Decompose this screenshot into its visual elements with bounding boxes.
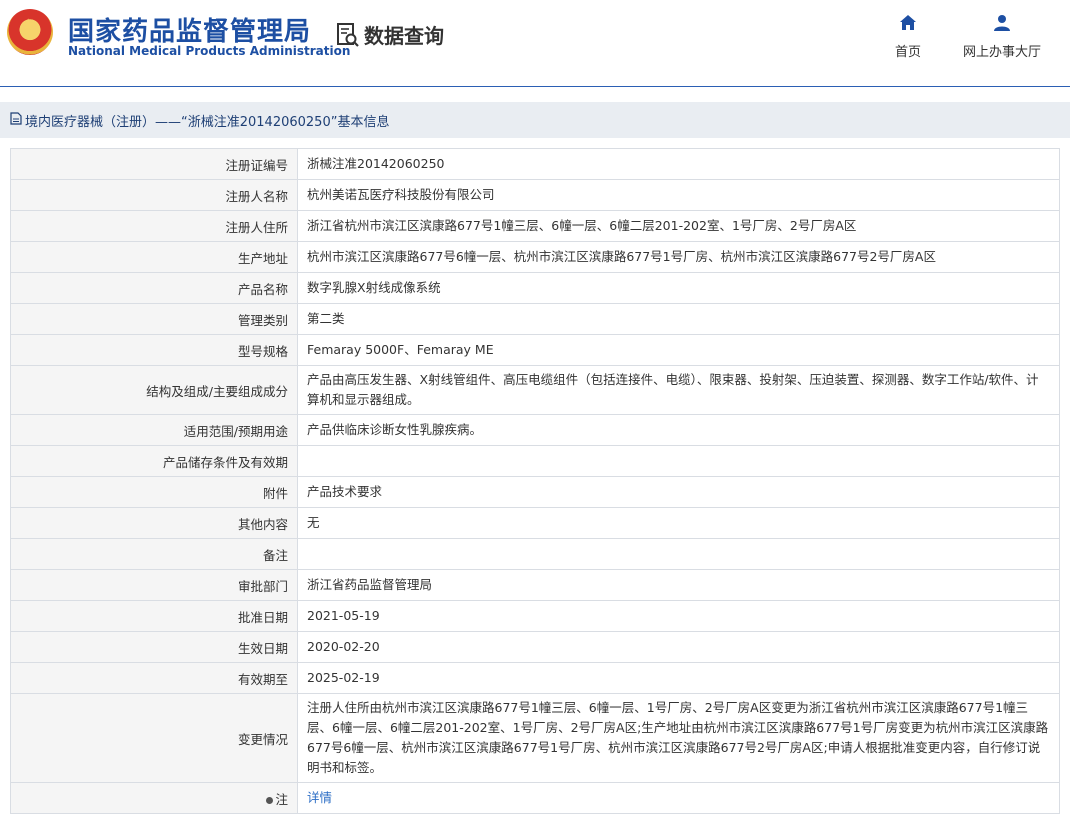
note-label-cell: 注 — [10, 782, 298, 814]
table-row: 适用范围/预期用途 产品供临床诊断女性乳腺疾病。 — [10, 414, 1060, 446]
nav-home[interactable]: 首页 — [895, 14, 921, 60]
field-value: 无 — [297, 507, 1060, 539]
home-icon — [895, 14, 921, 35]
table-row: 注册人名称 杭州美诺瓦医疗科技股份有限公司 — [10, 179, 1060, 211]
details-link[interactable]: 详情 — [307, 790, 332, 805]
field-label: 产品储存条件及有效期 — [10, 445, 298, 477]
table-row: 备注 — [10, 538, 1060, 570]
field-value — [297, 538, 1060, 570]
table-row: 型号规格 Femaray 5000F、Femaray ME — [10, 334, 1060, 366]
pin-icon — [266, 796, 274, 804]
field-label: 附件 — [10, 476, 298, 508]
field-value: 2025-02-19 — [297, 662, 1060, 694]
field-label: 有效期至 — [10, 662, 298, 694]
field-label: 备注 — [10, 538, 298, 570]
table-row: 审批部门 浙江省药品监督管理局 — [10, 569, 1060, 601]
field-label: 注册人住所 — [10, 210, 298, 242]
field-value: 2021-05-19 — [297, 600, 1060, 632]
site-header: ★ 国家药品监督管理局 National Medical Products Ad… — [0, 0, 1070, 87]
site-subtitle: National Medical Products Administration — [68, 44, 351, 58]
field-value: 数字乳腺X射线成像系统 — [297, 272, 1060, 304]
field-value: 浙江省药品监督管理局 — [297, 569, 1060, 601]
table-row: 批准日期 2021-05-19 — [10, 600, 1060, 632]
table-row: 有效期至 2025-02-19 — [10, 662, 1060, 694]
field-label: 管理类别 — [10, 303, 298, 335]
field-value: 产品技术要求 — [297, 476, 1060, 508]
field-value: Femaray 5000F、Femaray ME — [297, 334, 1060, 366]
field-label: 生效日期 — [10, 631, 298, 663]
table-row: 生产地址 杭州市滨江区滨康路677号6幢一层、杭州市滨江区滨康路677号1号厂房、… — [10, 241, 1060, 273]
field-value: 杭州市滨江区滨康路677号6幢一层、杭州市滨江区滨康路677号1号厂房、杭州市滨… — [297, 241, 1060, 273]
table-row: 其他内容无 — [10, 507, 1060, 539]
national-emblem-logo: ★ — [7, 9, 53, 55]
breadcrumb: 境内医疗器械（注册）——“浙械注准20142060250”基本信息 — [0, 102, 1070, 138]
field-value: 2020-02-20 — [297, 631, 1060, 663]
table-row: 产品名称 数字乳腺X射线成像系统 — [10, 272, 1060, 304]
detail-table: 注册证编号 浙械注准20142060250 注册人名称 杭州美诺瓦医疗科技股份有限公… — [10, 148, 1060, 814]
field-label: 变更情况 — [10, 693, 298, 783]
field-label: 批准日期 — [10, 600, 298, 632]
field-label: 注册证编号 — [10, 148, 298, 180]
field-value: 杭州美诺瓦医疗科技股份有限公司 — [297, 179, 1060, 211]
field-label: 注册人名称 — [10, 179, 298, 211]
field-value: 浙械注准20142060250 — [297, 148, 1060, 180]
field-value: 产品由高压发生器、X射线管组件、高压电缆组件（包括连接件、电缆）、限束器、投射架… — [297, 365, 1060, 415]
field-value: 注册人住所由杭州市滨江区滨康路677号1幢三层、6幢一层、1号厂房、2号厂房A区… — [297, 693, 1060, 783]
table-row: 结构及组成/主要组成成分 产品由高压发生器、X射线管组件、高压电缆组件（包括连接件… — [10, 365, 1060, 415]
table-row: 生效日期 2020-02-20 — [10, 631, 1060, 663]
user-icon — [963, 14, 1041, 35]
table-row: 变更情况 注册人住所由杭州市滨江区滨康路677号1幢三层、6幢一层、1号厂房、2号… — [10, 693, 1060, 783]
table-row: 附件 产品技术要求 — [10, 476, 1060, 508]
nav-home-label: 首页 — [895, 45, 922, 60]
site-title[interactable]: 国家药品监督管理局 — [68, 11, 311, 48]
table-row: 注 详情 — [10, 782, 1060, 814]
field-label: 产品名称 — [10, 272, 298, 304]
document-search-icon — [336, 22, 359, 48]
document-icon — [10, 111, 22, 129]
table-row: 管理类别 第二类 — [10, 303, 1060, 335]
breadcrumb-text: 境内医疗器械（注册）——“浙械注准20142060250”基本信息 — [25, 114, 390, 130]
field-value — [297, 445, 1060, 477]
nav-service-label: 网上办事大厅 — [963, 45, 1042, 60]
table-row: 产品储存条件及有效期 — [10, 445, 1060, 477]
data-query-link[interactable]: 数据查询 — [336, 20, 444, 49]
note-label: 注 — [275, 791, 288, 807]
field-value: 浙江省杭州市滨江区滨康路677号1幢三层、6幢一层、6幢二层201-202室、1… — [297, 210, 1060, 242]
data-query-label: 数据查询 — [364, 24, 444, 48]
field-label: 其他内容 — [10, 507, 298, 539]
field-label: 生产地址 — [10, 241, 298, 273]
field-label: 型号规格 — [10, 334, 298, 366]
note-value: 详情 — [297, 782, 1060, 814]
nav-online-service-hall[interactable]: 网上办事大厅 — [963, 14, 1041, 60]
field-value: 产品供临床诊断女性乳腺疾病。 — [297, 414, 1060, 446]
field-label: 结构及组成/主要组成成分 — [10, 365, 298, 415]
field-value: 第二类 — [297, 303, 1060, 335]
field-label: 审批部门 — [10, 569, 298, 601]
table-row: 注册人住所 浙江省杭州市滨江区滨康路677号1幢三层、6幢一层、6幢二层201-2… — [10, 210, 1060, 242]
table-row: 注册证编号 浙械注准20142060250 — [10, 148, 1060, 180]
field-label: 适用范围/预期用途 — [10, 414, 298, 446]
